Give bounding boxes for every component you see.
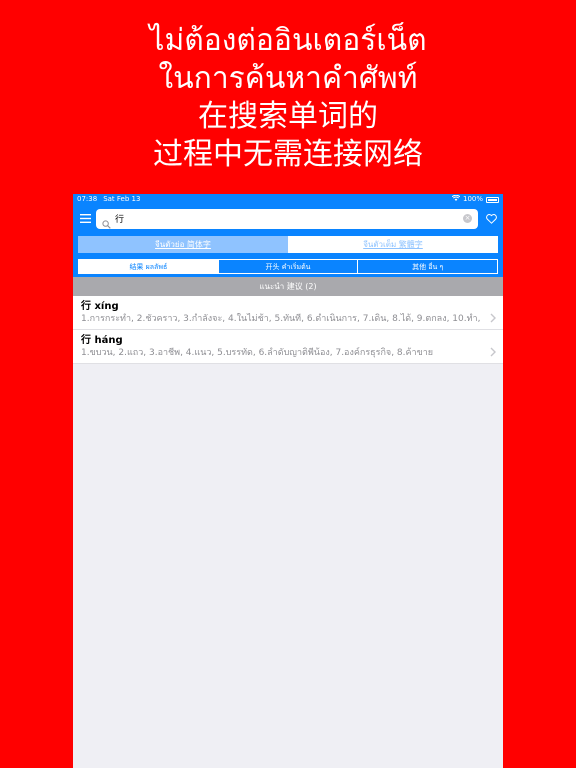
- chevron-right-icon: [489, 342, 497, 357]
- hamburger-menu-icon[interactable]: [78, 212, 92, 226]
- result-row[interactable]: 行 xíng 1.การกระทำ, 2.ชั่วคราว, 3.กำลังจะ…: [73, 296, 503, 330]
- result-headword: 行 xíng: [81, 301, 119, 312]
- search-input[interactable]: 行 ×: [96, 208, 478, 229]
- suggestions-section-header: แนะนำ 建议 (2): [73, 277, 503, 296]
- clear-search-icon[interactable]: ×: [463, 214, 472, 223]
- segment-results[interactable]: 结果 ผลลัพธ์: [78, 259, 219, 274]
- search-query: 行: [115, 215, 125, 225]
- headline-line-3: 在搜索单词的: [198, 99, 378, 134]
- segment-starts-with[interactable]: 开头 คำเริ่มต้น: [218, 259, 359, 274]
- favorites-heart-icon[interactable]: [484, 212, 498, 226]
- search-icon: [102, 214, 111, 229]
- battery-percent: 100%: [462, 195, 483, 203]
- simplified-chinese-toggle[interactable]: จีนตัวย่อ 简体字: [78, 236, 288, 253]
- result-row[interactable]: 行 háng 1.ขบวน, 2.แถว, 3.อาชีพ, 4.แนว, 5.…: [73, 330, 503, 364]
- nav-bar: 行 ×: [73, 205, 503, 232]
- match-mode-segmented-control: 结果 ผลลัพธ์ 开头 คำเริ่มต้น 其他 อื่น ๆ: [73, 256, 503, 277]
- headline-line-1: ไม่ต้องต่ออินเตอร์เน็ต: [149, 23, 427, 58]
- segment-other[interactable]: 其他 อื่น ๆ: [358, 259, 499, 274]
- headline-line-4: 过程中无需连接网络: [153, 137, 423, 172]
- promo-headline: ไม่ต้องต่ออินเตอร์เน็ต ในการค้นหาคำศัพท์…: [0, 22, 576, 174]
- result-meaning: 1.การกระทำ, 2.ชั่วคราว, 3.กำลังจะ, 4.ในไ…: [81, 314, 483, 324]
- wifi-icon: [451, 194, 461, 205]
- result-headword: 行 háng: [81, 335, 123, 346]
- battery-icon: [486, 196, 499, 203]
- status-date: Sat Feb 13: [103, 195, 141, 203]
- script-toggle: จีนตัวย่อ 简体字 จีนตัวเต็ม 繁體字: [73, 232, 503, 256]
- status-time: 07:38: [77, 195, 98, 203]
- headline-line-2: ในการค้นหาคำศัพท์: [158, 61, 418, 96]
- traditional-chinese-toggle[interactable]: จีนตัวเต็ม 繁體字: [288, 236, 498, 253]
- status-bar: 07:38 Sat Feb 13 100%: [73, 194, 503, 205]
- result-meaning: 1.ขบวน, 2.แถว, 3.อาชีพ, 4.แนว, 5.บรรทัด,…: [81, 348, 434, 358]
- app-screen: 07:38 Sat Feb 13 100% 行 × จีนตัวย่อ 简体字 …: [73, 194, 503, 768]
- chevron-right-icon: [489, 308, 497, 323]
